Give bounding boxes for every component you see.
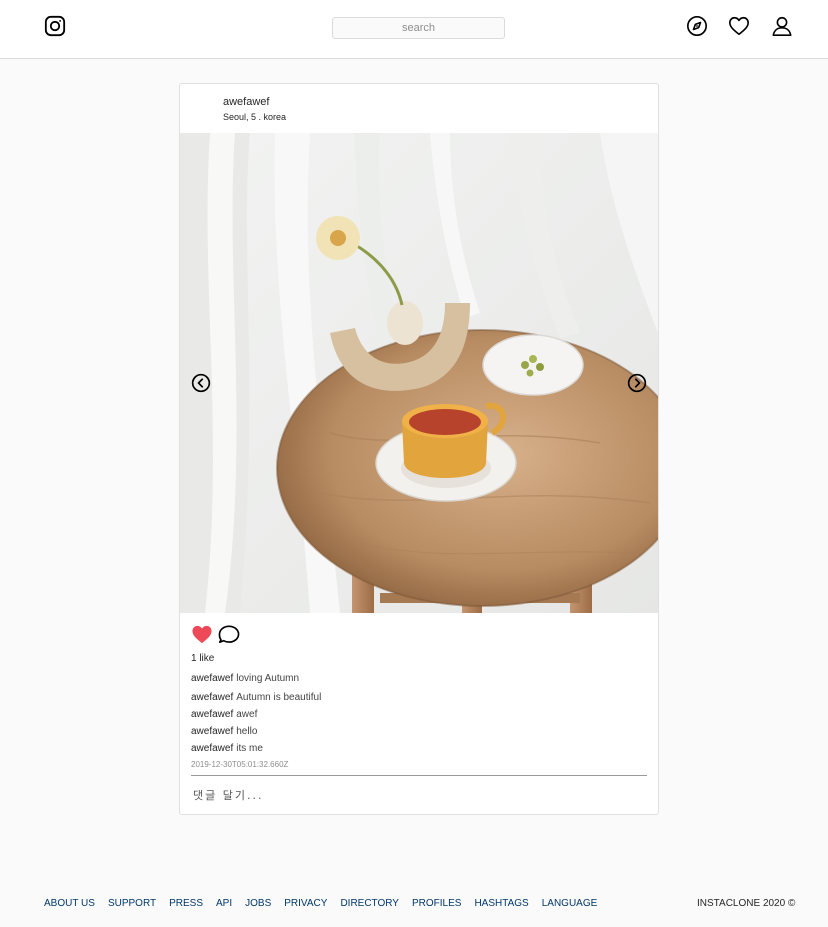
comment-author[interactable]: awefawef [191,726,233,737]
user-profile-icon[interactable] [771,15,793,37]
comment-text: hello [236,726,258,737]
comment-list: awefawef loving Autumn awefawef Autumn is … [191,671,647,758]
footer-link-language[interactable]: LANGUAGE [542,898,598,909]
compass-explore-icon[interactable] [686,15,708,37]
post-header: awefawef Seoul, 5 . korea [180,84,658,133]
comment-author[interactable]: awefawef [191,692,233,703]
footer-link-directory[interactable]: DIRECTORY [340,898,399,909]
caption: awefawef loving Autumn [191,671,647,688]
footer-link-jobs[interactable]: JOBS [245,898,271,909]
footer-link-profiles[interactable]: PROFILES [412,898,461,909]
footer-link-press[interactable]: PRESS [169,898,203,909]
post-image[interactable] [180,133,658,613]
comment-author[interactable]: awefawef [191,743,233,754]
comment-item: awefawef its me [191,741,647,758]
chevron-left-circle-icon[interactable] [191,373,211,393]
footer-link-hashtags[interactable]: HASHTAGS [474,898,528,909]
footer-links: ABOUT US SUPPORT PRESS API JOBS PRIVACY … [44,898,610,909]
footer-link-support[interactable]: SUPPORT [108,898,156,909]
comment-text: its me [236,743,263,754]
comment-bubble-icon[interactable] [218,624,240,644]
comment-author[interactable]: awefawef [191,673,233,684]
search-input[interactable] [332,17,505,39]
heart-like-icon[interactable] [191,624,213,644]
comment-text: awef [236,709,258,720]
comment-author[interactable]: awefawef [191,709,233,720]
post-author[interactable]: awefawef [223,96,269,108]
footer-link-api[interactable]: API [216,898,232,909]
add-comment-input[interactable] [191,784,647,806]
footer-link-about-us[interactable]: ABOUT US [44,898,95,909]
comment-text: loving Autumn [236,673,300,684]
comment-item: awefawef Autumn is beautiful [191,690,647,707]
post-card: awefawef Seoul, 5 . korea 1 like awefawe… [179,83,659,815]
post-location[interactable]: Seoul, 5 . korea [223,112,286,122]
comment-divider [191,775,647,776]
like-count[interactable]: 1 like [191,653,214,664]
copyright: INSTACLONE 2020 © [697,898,796,909]
chevron-right-circle-icon[interactable] [627,373,647,393]
instagram-logo-icon[interactable] [44,15,66,37]
post-timestamp: 2019-12-30T05:01:32.660Z [191,760,289,769]
comment-item: awefawef awef [191,707,647,724]
top-header [0,0,828,59]
comment-item: awefawef hello [191,724,647,741]
comment-text: Autumn is beautiful [236,692,322,703]
footer-link-privacy[interactable]: PRIVACY [284,898,327,909]
post-photo [180,133,658,613]
heart-activity-icon[interactable] [728,15,750,37]
